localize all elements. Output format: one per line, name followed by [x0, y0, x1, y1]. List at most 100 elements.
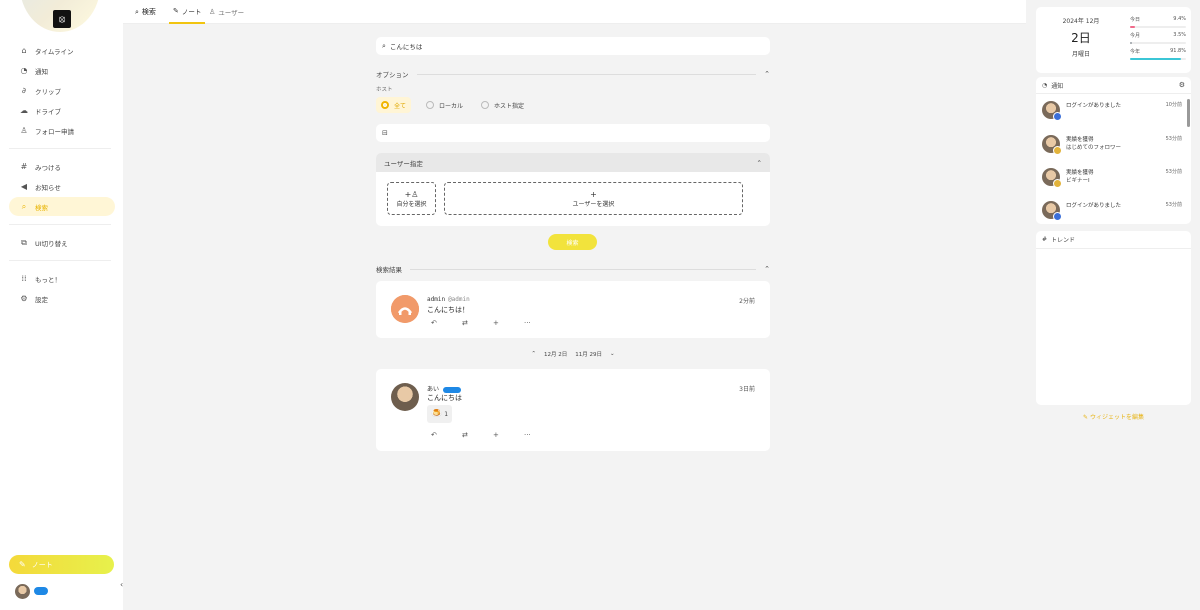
host-option-all[interactable]: 全て — [376, 97, 412, 113]
select-self-button[interactable]: +♙ 自分を選択 — [387, 182, 436, 215]
chevron-up-icon[interactable]: ⌃ — [757, 159, 762, 167]
tab-users[interactable]: ♙ ユーザー — [209, 0, 244, 24]
sidebar-item-explore[interactable]: # みつける — [9, 157, 115, 176]
search-icon: ⌕ — [21, 201, 27, 211]
progress-fill — [1130, 42, 1132, 44]
notification-item[interactable]: ログインがありました 10分前 — [1036, 99, 1186, 131]
bell-icon: ◔ — [20, 66, 28, 75]
note-time[interactable]: 3日前 — [739, 384, 755, 393]
tab-notes[interactable]: ✎ ノート — [169, 0, 206, 24]
main-column: ⌕ 検索 ✎ ノート ♙ ユーザー ⌕ こんにちは オプション ⌃ ホスト 全て ローカ… — [123, 0, 1026, 610]
chevron-down-icon: ⌄ — [610, 351, 615, 357]
calendar-day: 2日 — [1071, 31, 1091, 45]
megaphone-icon: ◀ — [20, 182, 28, 191]
plus-user-icon: +♙ — [404, 189, 419, 199]
login-badge-icon — [1053, 212, 1062, 221]
sidebar-item-follow-requests[interactable]: ♙ フォロー申請 — [9, 121, 115, 140]
list-icon: ⊟ — [382, 129, 388, 137]
user-filter-panel: ユーザー指定 ⌃ +♙ 自分を選択 + ユーザーを選択 — [376, 153, 770, 226]
account-avatar[interactable] — [15, 584, 30, 599]
pencil-icon: ✎ — [19, 560, 26, 569]
chevron-up-icon[interactable]: ⌃ — [764, 265, 770, 273]
page-title: ⌕ 検索 — [135, 7, 156, 17]
plus-icon: + — [590, 189, 597, 199]
react-plus-icon[interactable]: + — [493, 319, 524, 327]
pencil-icon: ✎ — [173, 7, 179, 15]
account-name-badge[interactable] — [34, 587, 48, 595]
post-note-button[interactable]: ✎ ノート — [9, 555, 114, 574]
notifications-widget: ◔ 通知 ⚙ ログインがありました 10分前 実績を獲得 はじめてのフォロワー 53分前 … — [1036, 77, 1191, 224]
switch-icon: ⧉ — [21, 237, 27, 247]
achievement-badge-icon — [1053, 146, 1062, 155]
sidebar-item-switch-ui[interactable]: ⧉ UI切り替え — [9, 233, 115, 252]
search-button[interactable]: 検索 — [548, 234, 597, 250]
radio-icon — [481, 101, 489, 109]
results-header[interactable]: 検索結果 ⌃ — [376, 264, 770, 274]
sidebar-divider — [9, 260, 111, 261]
instance-logo[interactable]: ⦻ — [53, 10, 71, 28]
sidebar-item-more[interactable]: ⁞⁞ もっと！ — [9, 269, 115, 288]
notifications-header: ◔ 通知 ⚙ — [1036, 77, 1191, 94]
hash-icon: # — [1042, 236, 1048, 243]
sidebar-item-timeline[interactable]: ⌂ タイムライン — [9, 41, 115, 60]
hash-icon: # — [20, 162, 28, 171]
note-actions: ↶ ⇄ + ··· — [431, 319, 555, 327]
gear-icon[interactable]: ⚙ — [1179, 81, 1185, 89]
notification-item[interactable]: 実績を獲得 ビギナーⅠ 53分前 — [1036, 166, 1186, 198]
select-user-button[interactable]: + ユーザーを選択 — [444, 182, 743, 215]
chevron-up-icon[interactable]: ⌃ — [764, 70, 770, 78]
edit-widgets-button[interactable]: ✎ ウィジェットを編集 — [1027, 412, 1200, 421]
trend-widget: # トレンド — [1036, 231, 1191, 405]
renote-icon[interactable]: ⇄ — [462, 431, 493, 439]
note-author[interactable]: あい — [427, 384, 462, 393]
host-option-local[interactable]: ローカル — [421, 97, 468, 113]
paperclip-icon: ∂ — [21, 86, 27, 95]
notification-item[interactable]: ログインがありました 53分前 — [1036, 199, 1186, 224]
radio-icon — [381, 101, 389, 109]
sidebar-item-clip[interactable]: ∂ クリップ — [9, 81, 115, 100]
host-option-specified[interactable]: ホスト指定 — [476, 97, 529, 113]
note-text: こんにちは — [427, 394, 462, 402]
widgets-column: 2024年 12月 2日 月曜日 今日 9.4% 今月 3.5% 今年 91.8% ◔… — [1027, 0, 1200, 610]
note-time[interactable]: 2分前 — [739, 296, 755, 305]
radio-icon — [426, 101, 434, 109]
home-icon: ⌂ — [21, 46, 27, 55]
user-filter-header[interactable]: ユーザー指定 ⌃ — [376, 153, 770, 172]
progress-month: 今月 3.5% — [1130, 32, 1186, 44]
progress-today: 今日 9.4% — [1130, 16, 1186, 28]
note-card[interactable]: admin @admin 2分前 こんにちは！ ↶ ⇄ + ··· — [376, 281, 770, 338]
trend-header: # トレンド — [1036, 231, 1191, 249]
notification-item[interactable]: 実績を獲得 はじめてのフォロワー 53分前 — [1036, 133, 1186, 165]
note-text: こんにちは！ — [427, 306, 469, 314]
divider — [416, 73, 757, 75]
sidebar-item-settings[interactable]: ⚙ 設定 — [9, 289, 115, 308]
sidebar-item-drive[interactable]: ☁ ドライブ — [9, 101, 115, 120]
reply-icon[interactable]: ↶ — [431, 319, 462, 327]
gear-icon: ⚙ — [20, 294, 28, 303]
sidebar-item-notifications[interactable]: ◔ 通知 — [9, 61, 115, 80]
date-separator: ⌃ 12月 2日 11月 29日 ⌄ — [531, 351, 615, 358]
reply-icon[interactable]: ↶ — [431, 431, 462, 439]
login-badge-icon — [1053, 112, 1062, 121]
react-plus-icon[interactable]: + — [493, 431, 524, 439]
list-filter[interactable]: ⊟ — [376, 124, 770, 142]
note-card[interactable]: あい 3日前 こんにちは 🍮 1 ↶ ⇄ + ··· — [376, 369, 770, 451]
progress-fill — [1130, 26, 1136, 28]
user-plus-icon: ♙ — [20, 126, 28, 135]
avatar[interactable] — [391, 383, 419, 411]
note-author[interactable]: admin @admin — [427, 296, 470, 303]
avatar[interactable] — [391, 295, 419, 323]
divider — [410, 268, 757, 270]
scrollbar[interactable] — [1187, 99, 1190, 127]
more-icon[interactable]: ··· — [524, 319, 555, 327]
options-header[interactable]: オプション ⌃ — [376, 69, 770, 79]
reaction-pudding[interactable]: 🍮 1 — [427, 405, 453, 423]
sidebar-item-announcements[interactable]: ◀ お知らせ — [9, 177, 115, 196]
sidebar-item-search[interactable]: ⌕ 検索 — [9, 197, 115, 216]
search-icon: ⌕ — [135, 7, 139, 16]
renote-icon[interactable]: ⇄ — [462, 319, 493, 327]
host-label: ホスト — [376, 87, 393, 93]
search-input[interactable]: ⌕ こんにちは — [376, 37, 770, 55]
more-icon[interactable]: ··· — [524, 431, 555, 439]
progress-year: 今年 91.8% — [1130, 48, 1186, 60]
